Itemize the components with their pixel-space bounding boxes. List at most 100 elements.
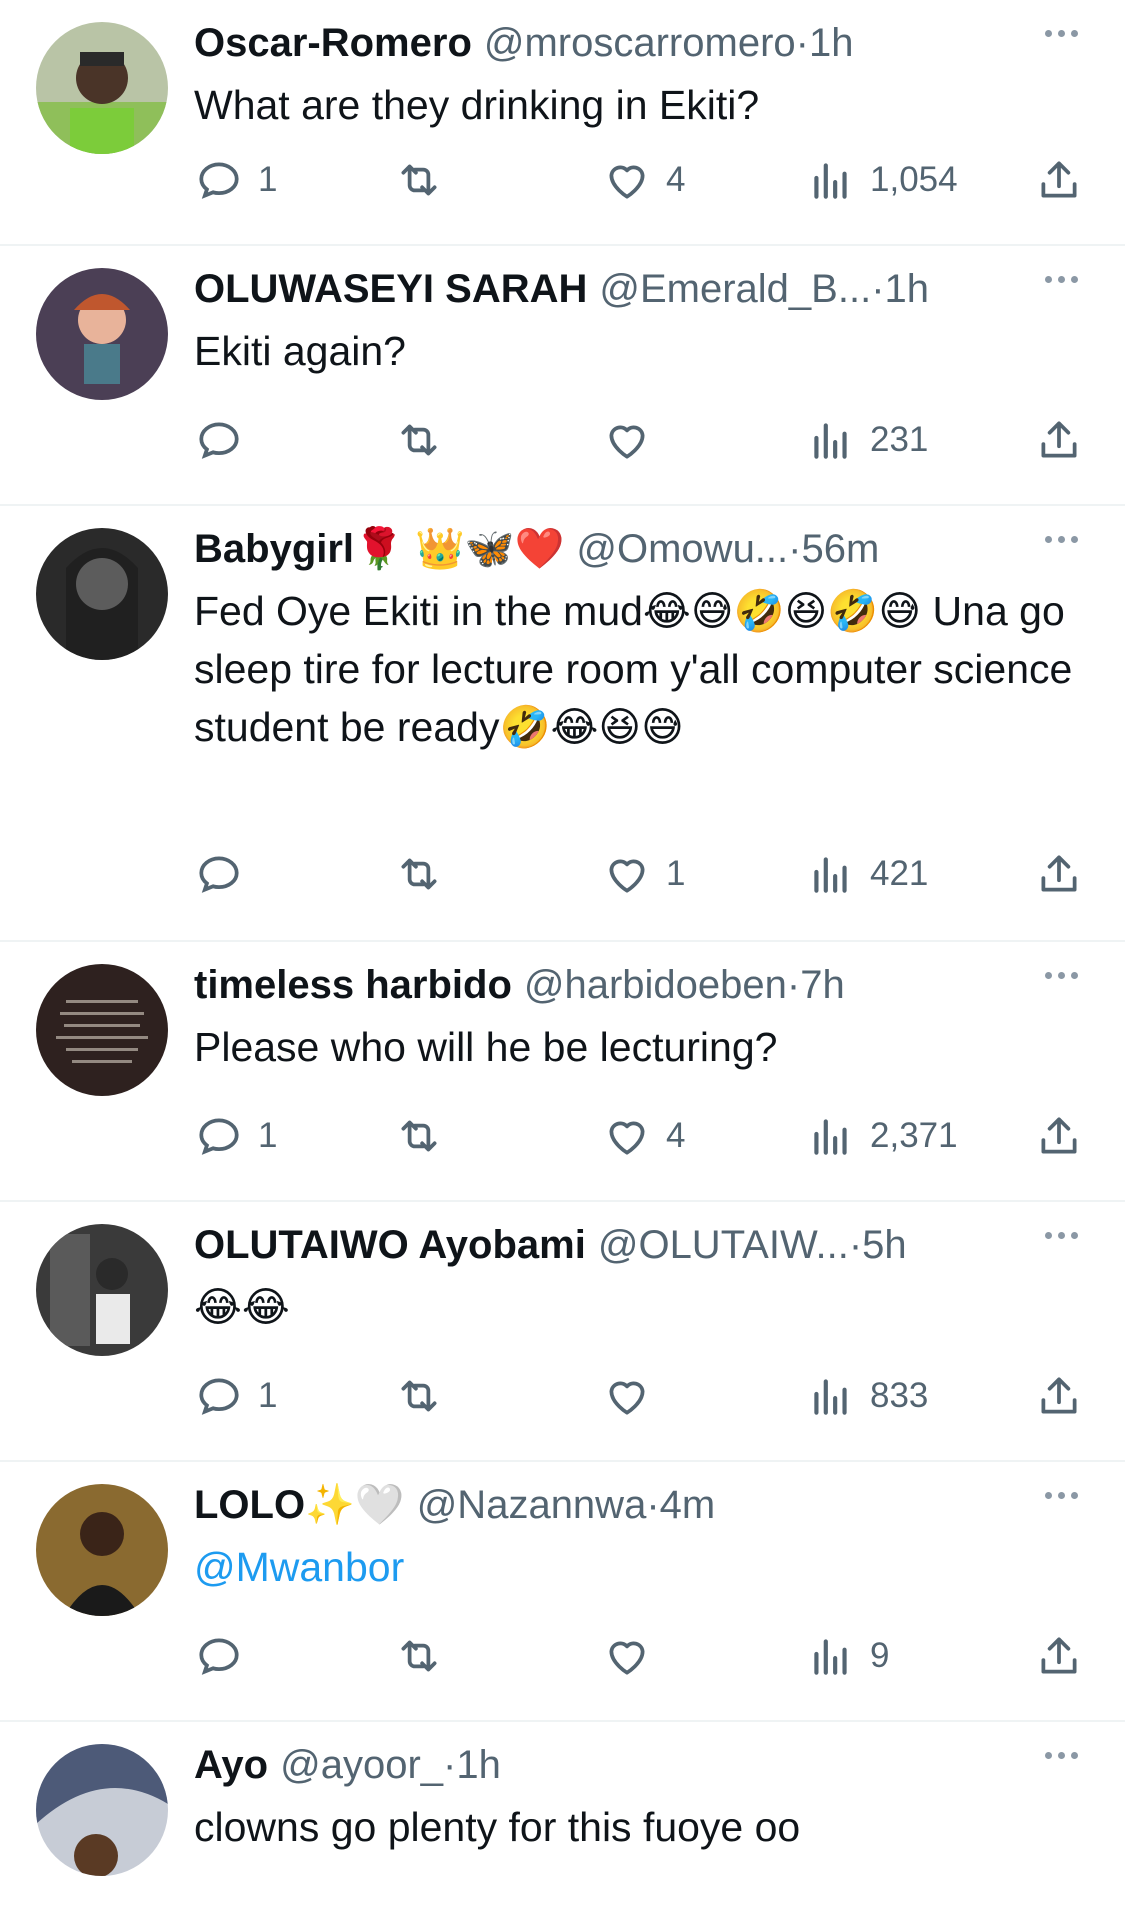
views-button[interactable]: 1,054 [806, 152, 958, 208]
view-count: 833 [870, 1376, 929, 1415]
reply-text: 😂😂 [194, 1284, 290, 1330]
views-icon [814, 163, 847, 199]
reply[interactable]: timeless harbido @harbidoeben·7h Please w… [0, 942, 1125, 1202]
display-name[interactable]: Oscar-Romero [194, 21, 472, 65]
reply-button[interactable] [194, 1628, 258, 1684]
display-name[interactable]: OLUWASEYI SARAH [194, 267, 587, 311]
reply-header: LOLO✨🤍 @Nazannwa·4m [194, 1480, 1075, 1530]
user-handle[interactable]: @harbidoeben [524, 963, 787, 1007]
display-name[interactable]: LOLO [194, 1483, 305, 1527]
avatar[interactable] [36, 1484, 168, 1616]
like-button[interactable]: 4 [602, 1108, 685, 1164]
reply-button[interactable] [194, 846, 258, 902]
views-button[interactable]: 2,371 [806, 1108, 958, 1164]
reply-icon [199, 422, 239, 459]
heart-icon [609, 1641, 645, 1675]
more-icon[interactable] [1045, 1746, 1089, 1776]
like-button[interactable] [602, 1628, 666, 1684]
action-bar: 1 4 1,054 [194, 152, 1094, 208]
timestamp[interactable]: 7h [800, 963, 845, 1007]
like-button[interactable]: 4 [602, 152, 685, 208]
views-icon [814, 1379, 847, 1415]
more-icon[interactable] [1045, 530, 1089, 560]
like-button[interactable] [602, 1368, 666, 1424]
reply-button[interactable]: 1 [194, 1108, 277, 1164]
heart-icon [609, 1121, 645, 1155]
name-emoji: ✨🤍 [305, 1483, 405, 1527]
mention-link[interactable]: @Mwanbor [194, 1538, 1094, 1596]
share-icon [1041, 421, 1077, 458]
reply[interactable]: Oscar-Romero @mroscarromero·1h What are t… [0, 0, 1125, 246]
timestamp[interactable]: 1h [885, 267, 930, 311]
avatar[interactable] [36, 1224, 168, 1356]
reply-text: clowns go plenty for this fuoye oo [194, 1804, 801, 1850]
avatar[interactable] [36, 964, 168, 1096]
share-button[interactable] [1034, 1108, 1084, 1164]
user-handle[interactable]: @Nazannwa [417, 1483, 647, 1527]
more-icon[interactable] [1045, 966, 1089, 996]
views-button[interactable]: 421 [806, 846, 928, 902]
views-button[interactable]: 833 [806, 1368, 928, 1424]
reply[interactable]: Ayo @ayoor_·1h clowns go plenty for this … [0, 1722, 1125, 1905]
share-icon [1041, 1377, 1077, 1414]
timestamp[interactable]: 1h [456, 1743, 501, 1787]
reply[interactable]: LOLO✨🤍 @Nazannwa·4m @Mwanbor 9 [0, 1462, 1125, 1722]
separator-dot: · [788, 527, 802, 571]
reply-button[interactable] [194, 412, 258, 468]
retweet-button[interactable] [394, 1108, 458, 1164]
avatar[interactable] [36, 1744, 168, 1876]
reply-text: What are they drinking in Ekiti? [194, 82, 760, 128]
retweet-icon [401, 1380, 437, 1412]
like-button[interactable]: 1 [602, 846, 685, 902]
reply-button[interactable]: 1 [194, 152, 277, 208]
share-button[interactable] [1034, 152, 1084, 208]
avatar[interactable] [36, 22, 168, 154]
separator-dot: · [786, 963, 801, 1007]
timestamp[interactable]: 5h [862, 1223, 907, 1267]
reply-button[interactable]: 1 [194, 1368, 277, 1424]
share-button[interactable] [1034, 846, 1084, 902]
reply[interactable]: OLUTAIWO Ayobami @OLUTAIW...·5h 😂😂 1 833 [0, 1202, 1125, 1462]
reply-header: Babygirl🌹 👑🦋❤️ @Omowu...·56m [194, 524, 1075, 574]
share-button[interactable] [1034, 1628, 1084, 1684]
timestamp[interactable]: 56m [801, 527, 879, 571]
like-count: 4 [666, 1116, 686, 1155]
user-handle[interactable]: @Omowu... [576, 527, 788, 571]
retweet-button[interactable] [394, 152, 458, 208]
user-handle[interactable]: @mroscarromero [484, 21, 796, 65]
retweet-button[interactable] [394, 1628, 458, 1684]
timestamp[interactable]: 4m [660, 1483, 716, 1527]
reply[interactable]: Babygirl🌹 👑🦋❤️ @Omowu...·56m Fed Oye Ekit… [0, 506, 1125, 942]
share-icon [1041, 1117, 1077, 1154]
more-icon[interactable] [1045, 270, 1089, 300]
reply-icon [199, 162, 239, 199]
user-handle[interactable]: @ayoor_ [280, 1743, 443, 1787]
like-button[interactable] [602, 412, 666, 468]
views-button[interactable]: 9 [806, 1628, 889, 1684]
user-handle[interactable]: @OLUTAIW... [598, 1223, 849, 1267]
retweet-button[interactable] [394, 1368, 458, 1424]
timestamp[interactable]: 1h [809, 21, 854, 65]
more-icon[interactable] [1045, 24, 1089, 54]
views-button[interactable]: 231 [806, 412, 928, 468]
avatar[interactable] [36, 268, 168, 400]
separator-dot: · [646, 1483, 660, 1527]
display-name[interactable]: timeless harbido [194, 963, 512, 1007]
more-icon[interactable] [1045, 1486, 1089, 1516]
view-count: 9 [870, 1636, 890, 1675]
display-name[interactable]: OLUTAIWO Ayobami [194, 1223, 586, 1267]
share-button[interactable] [1034, 412, 1084, 468]
share-button[interactable] [1034, 1368, 1084, 1424]
name-emoji: 🌹 👑🦋❤️ [354, 527, 565, 571]
retweet-icon [401, 164, 437, 196]
display-name[interactable]: Ayo [194, 1743, 268, 1787]
heart-icon [609, 859, 645, 893]
user-handle[interactable]: @Emerald_B... [599, 267, 871, 311]
display-name[interactable]: Babygirl [194, 527, 354, 571]
reply[interactable]: OLUWASEYI SARAH @Emerald_B...·1h Ekiti ag… [0, 246, 1125, 506]
retweet-button[interactable] [394, 846, 458, 902]
avatar[interactable] [36, 528, 168, 660]
share-icon [1041, 1637, 1077, 1674]
more-icon[interactable] [1045, 1226, 1089, 1256]
retweet-button[interactable] [394, 412, 458, 468]
